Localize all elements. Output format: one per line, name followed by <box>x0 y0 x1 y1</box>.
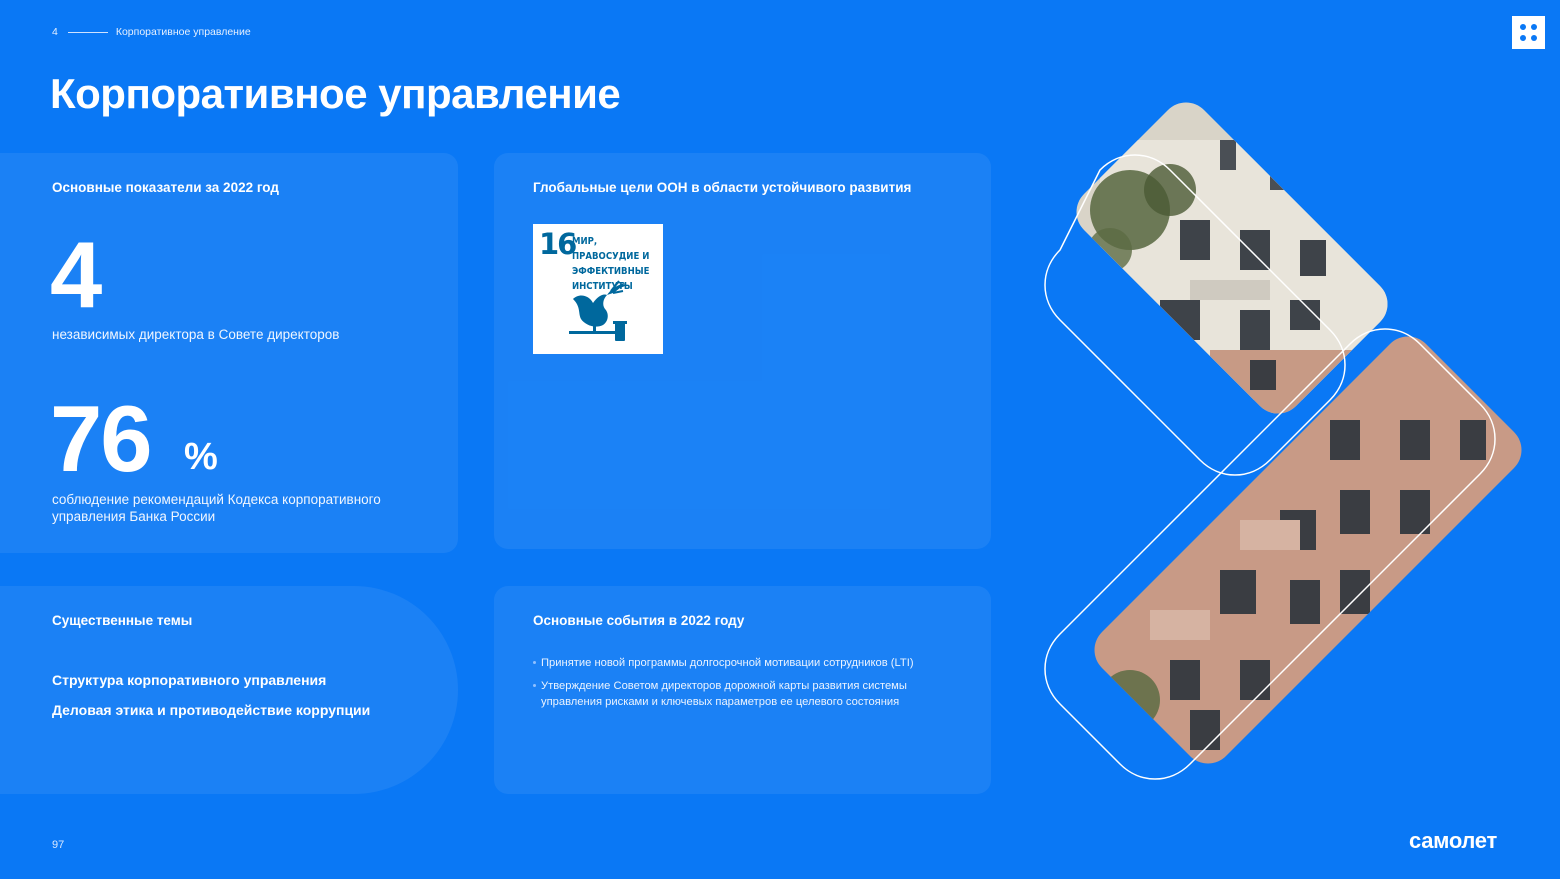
events-list: Принятие новой программы долгосрочной мо… <box>533 655 963 717</box>
topic-item[interactable]: Структура корпоративного управления <box>52 672 326 688</box>
event-item: Принятие новой программы долгосрочной мо… <box>533 655 963 671</box>
menu-dot <box>1531 35 1537 41</box>
page-title: Корпоративное управление <box>50 70 621 117</box>
menu-dot <box>1520 24 1526 30</box>
bottom-building-photo <box>1094 336 1522 764</box>
slide-page: 4 Корпоративное управление Корпоративное… <box>0 0 1560 879</box>
breadcrumb: 4 Корпоративное управление <box>52 26 251 38</box>
sdg-16-tile[interactable]: 16 МИР, ПРАВОСУДИЕ И ЭФФЕКТИВНЫЕ ИНСТИТУ… <box>533 224 663 354</box>
code-compliance-unit: % <box>184 436 218 478</box>
building-photo-collage <box>1044 102 1522 780</box>
section-number: 4 <box>52 26 58 38</box>
code-compliance-label: соблюдение рекомендаций Кодекса корпорат… <box>52 492 381 524</box>
code-compliance-value: 76 <box>50 386 153 491</box>
menu-dot <box>1531 24 1537 30</box>
events-card-heading: Основные события в 2022 году <box>533 613 745 628</box>
menu-dot <box>1520 35 1526 41</box>
event-item: Утверждение Советом директоров дорожной … <box>533 678 963 710</box>
top-building-photo <box>1076 102 1388 414</box>
page-number: 97 <box>52 839 65 851</box>
dove-gavel-icon <box>569 280 627 341</box>
menu-grid-button[interactable] <box>1512 16 1545 49</box>
sdg-card-heading: Глобальные цели ООН в области устойчивог… <box>533 180 912 195</box>
independent-directors-label: независимых директора в Совете директоро… <box>52 327 340 342</box>
breadcrumb-divider <box>67 31 108 33</box>
topic-item[interactable]: Деловая этика и противодействие коррупци… <box>52 702 370 718</box>
independent-directors-value: 4 <box>50 222 103 327</box>
section-title[interactable]: Корпоративное управление <box>116 26 251 38</box>
topics-card-heading: Существенные темы <box>52 613 193 628</box>
samolet-logo[interactable]: самолет <box>1409 828 1497 854</box>
sdg-goal-number: 16 <box>539 227 577 261</box>
kpi-card-heading: Основные показатели за 2022 год <box>52 180 279 195</box>
